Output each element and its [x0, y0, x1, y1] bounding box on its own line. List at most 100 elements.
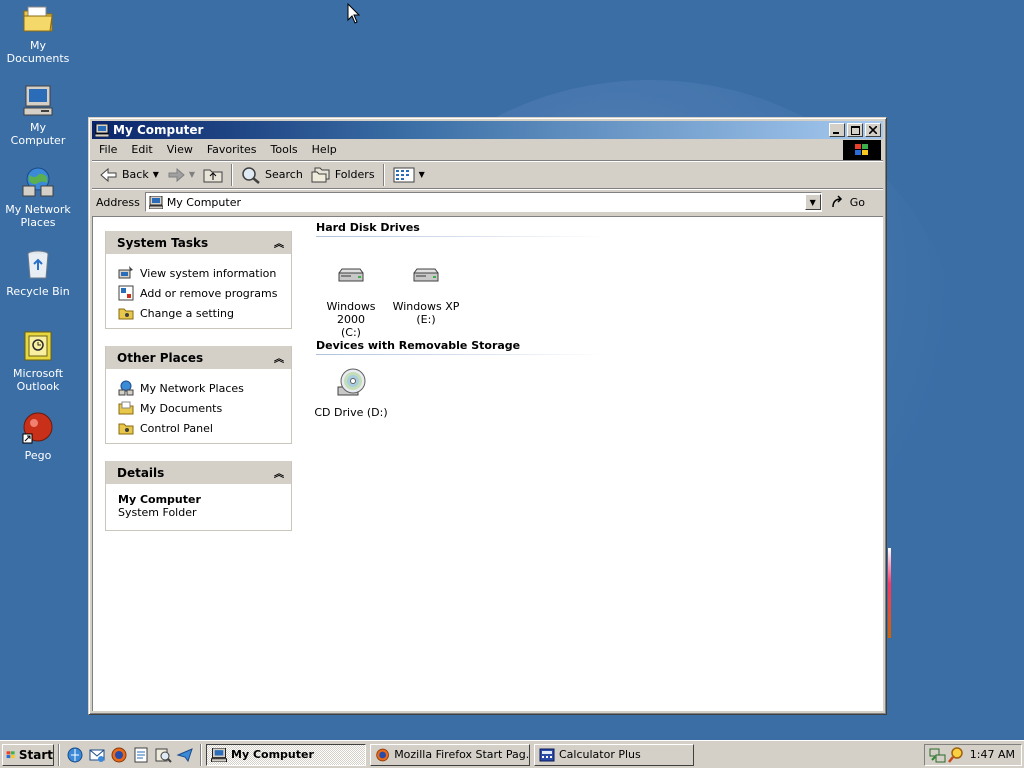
menu-edit[interactable]: Edit: [124, 143, 159, 156]
place-label: Control Panel: [140, 421, 213, 435]
folder-documents-icon: [21, 2, 55, 36]
details-header[interactable]: Details ︽: [106, 461, 291, 485]
desktop-icon-pego[interactable]: Pego: [0, 412, 76, 462]
desktop-icon-recycle-bin[interactable]: Recycle Bin: [0, 248, 76, 298]
desktop-icon-my-computer[interactable]: My Computer: [0, 84, 76, 147]
collapse-chevron-icon[interactable]: ︽: [271, 465, 287, 480]
up-folder-button[interactable]: [199, 163, 227, 187]
minimize-icon: [833, 132, 839, 134]
start-label: Start: [18, 747, 53, 762]
address-value: My Computer: [166, 195, 241, 209]
details-item-name: My Computer: [118, 493, 201, 506]
collapse-chevron-icon[interactable]: ︽: [271, 350, 287, 365]
internet-explorer-icon[interactable]: [66, 746, 84, 764]
taskbar-button-label: Calculator Plus: [559, 748, 641, 761]
desktop-icon-my-network-places[interactable]: My Network Places: [0, 166, 76, 229]
network-places-icon: [118, 380, 134, 396]
details-panel: Details ︽ My Computer System Folder: [105, 461, 292, 531]
task-view-system-information[interactable]: View system information: [118, 263, 291, 283]
system-tray: 1:47 AM: [924, 743, 1022, 766]
taskbar-divider: [200, 743, 202, 766]
back-arrow-icon: [100, 167, 117, 182]
task-add-remove-programs[interactable]: Add or remove programs: [118, 283, 291, 303]
cd-drive-icon: [337, 368, 366, 396]
standard-toolbar: Back ▼ ▼ Search Folders ▼: [92, 161, 883, 189]
menu-file[interactable]: File: [92, 143, 124, 156]
folders-button[interactable]: Folders: [307, 163, 379, 187]
menu-tools[interactable]: Tools: [264, 143, 305, 156]
window-title: My Computer: [113, 123, 204, 137]
back-dropdown-icon[interactable]: ▼: [153, 170, 159, 179]
taskbar-button-calculator-plus[interactable]: Calculator Plus: [534, 743, 694, 766]
calculator-icon: [539, 748, 555, 761]
start-button[interactable]: Start: [2, 743, 54, 766]
computer-icon: [21, 84, 55, 118]
address-input[interactable]: My Computer ▼: [144, 192, 822, 212]
desktop-wallpaper-streak: [888, 548, 891, 638]
taskbar-button-my-computer[interactable]: My Computer: [206, 743, 366, 766]
my-computer-window[interactable]: My Computer File Edit View Favorites Too…: [88, 117, 887, 715]
menu-favorites[interactable]: Favorites: [200, 143, 264, 156]
views-button[interactable]: ▼: [389, 163, 429, 187]
place-label: My Network Places: [140, 381, 244, 395]
chevron-down-icon: ▼: [809, 197, 816, 207]
clock[interactable]: 1:47 AM: [970, 748, 1015, 761]
back-label: Back: [122, 168, 149, 181]
other-places-header[interactable]: Other Places ︽: [106, 346, 291, 370]
firefox-icon[interactable]: [110, 746, 128, 764]
taskbar-button-firefox[interactable]: Mozilla Firefox Start Pag...: [370, 743, 530, 766]
outlook-express-icon[interactable]: [88, 746, 106, 764]
panel-title: Other Places: [117, 350, 204, 365]
maximize-icon: [850, 125, 860, 135]
desktop-icon-my-documents[interactable]: My Documents: [0, 2, 76, 65]
firefox-icon: [376, 748, 389, 761]
desktop-icon-label: My Documents: [6, 39, 70, 65]
forward-dropdown-icon[interactable]: ▼: [189, 170, 195, 179]
windows-logo-icon: [6, 750, 15, 758]
drive-cd-d[interactable]: CD Drive (D:): [311, 367, 391, 419]
collapse-chevron-icon[interactable]: ︽: [271, 235, 287, 250]
back-button[interactable]: Back ▼: [96, 163, 163, 187]
menu-help[interactable]: Help: [305, 143, 344, 156]
removable-storage-heading: Devices with Removable Storage: [316, 339, 606, 355]
menu-view[interactable]: View: [160, 143, 200, 156]
maximize-button[interactable]: [847, 123, 863, 137]
place-control-panel[interactable]: Control Panel: [118, 418, 291, 438]
minimize-button[interactable]: [829, 123, 845, 137]
computer-icon: [148, 195, 163, 209]
address-dropdown-button[interactable]: ▼: [804, 194, 821, 210]
computer-icon: [95, 123, 109, 137]
search-icon: [242, 166, 260, 184]
taskbar: Start My Computer Mozilla Firefox Start …: [0, 740, 1024, 768]
system-tasks-header[interactable]: System Tasks ︽: [106, 231, 291, 255]
other-places-panel: Other Places ︽ My Network Places My Docu…: [105, 346, 292, 444]
forward-button[interactable]: ▼: [163, 163, 199, 187]
window-titlebar[interactable]: My Computer: [92, 121, 883, 139]
close-icon: [869, 126, 877, 134]
go-arrow-icon: [831, 195, 842, 208]
panel-title: Details: [117, 465, 165, 480]
desktop-icon-microsoft-outlook[interactable]: Microsoft Outlook: [0, 330, 76, 393]
views-dropdown-icon[interactable]: ▼: [419, 170, 425, 179]
network-tray-icon[interactable]: [929, 746, 947, 764]
search-button[interactable]: Search: [237, 163, 307, 187]
search-tray-icon[interactable]: [947, 746, 965, 764]
place-my-network-places[interactable]: My Network Places: [118, 378, 291, 398]
control-panel-icon: [118, 423, 134, 435]
go-button[interactable]: Go: [830, 195, 879, 209]
drive-windows-2000-c[interactable]: Windows 2000 (C:): [311, 261, 391, 339]
close-button[interactable]: [865, 123, 881, 137]
drive-windows-xp-e[interactable]: Windows XP (E:): [386, 261, 466, 326]
content-area: System Tasks ︽ View system information A…: [92, 216, 883, 711]
notepad-icon[interactable]: [132, 746, 150, 764]
address-bar: Address My Computer ▼ Go: [92, 189, 883, 215]
folder-documents-icon: [118, 401, 134, 415]
folders-label: Folders: [334, 168, 375, 181]
task-change-a-setting[interactable]: Change a setting: [118, 303, 291, 323]
desktop-icon-label: Microsoft Outlook: [12, 367, 64, 393]
place-my-documents[interactable]: My Documents: [118, 398, 291, 418]
search-files-icon[interactable]: [154, 746, 172, 764]
mouse-cursor-icon: [347, 2, 361, 28]
messenger-icon[interactable]: [176, 746, 194, 764]
task-label: Change a setting: [140, 306, 234, 320]
